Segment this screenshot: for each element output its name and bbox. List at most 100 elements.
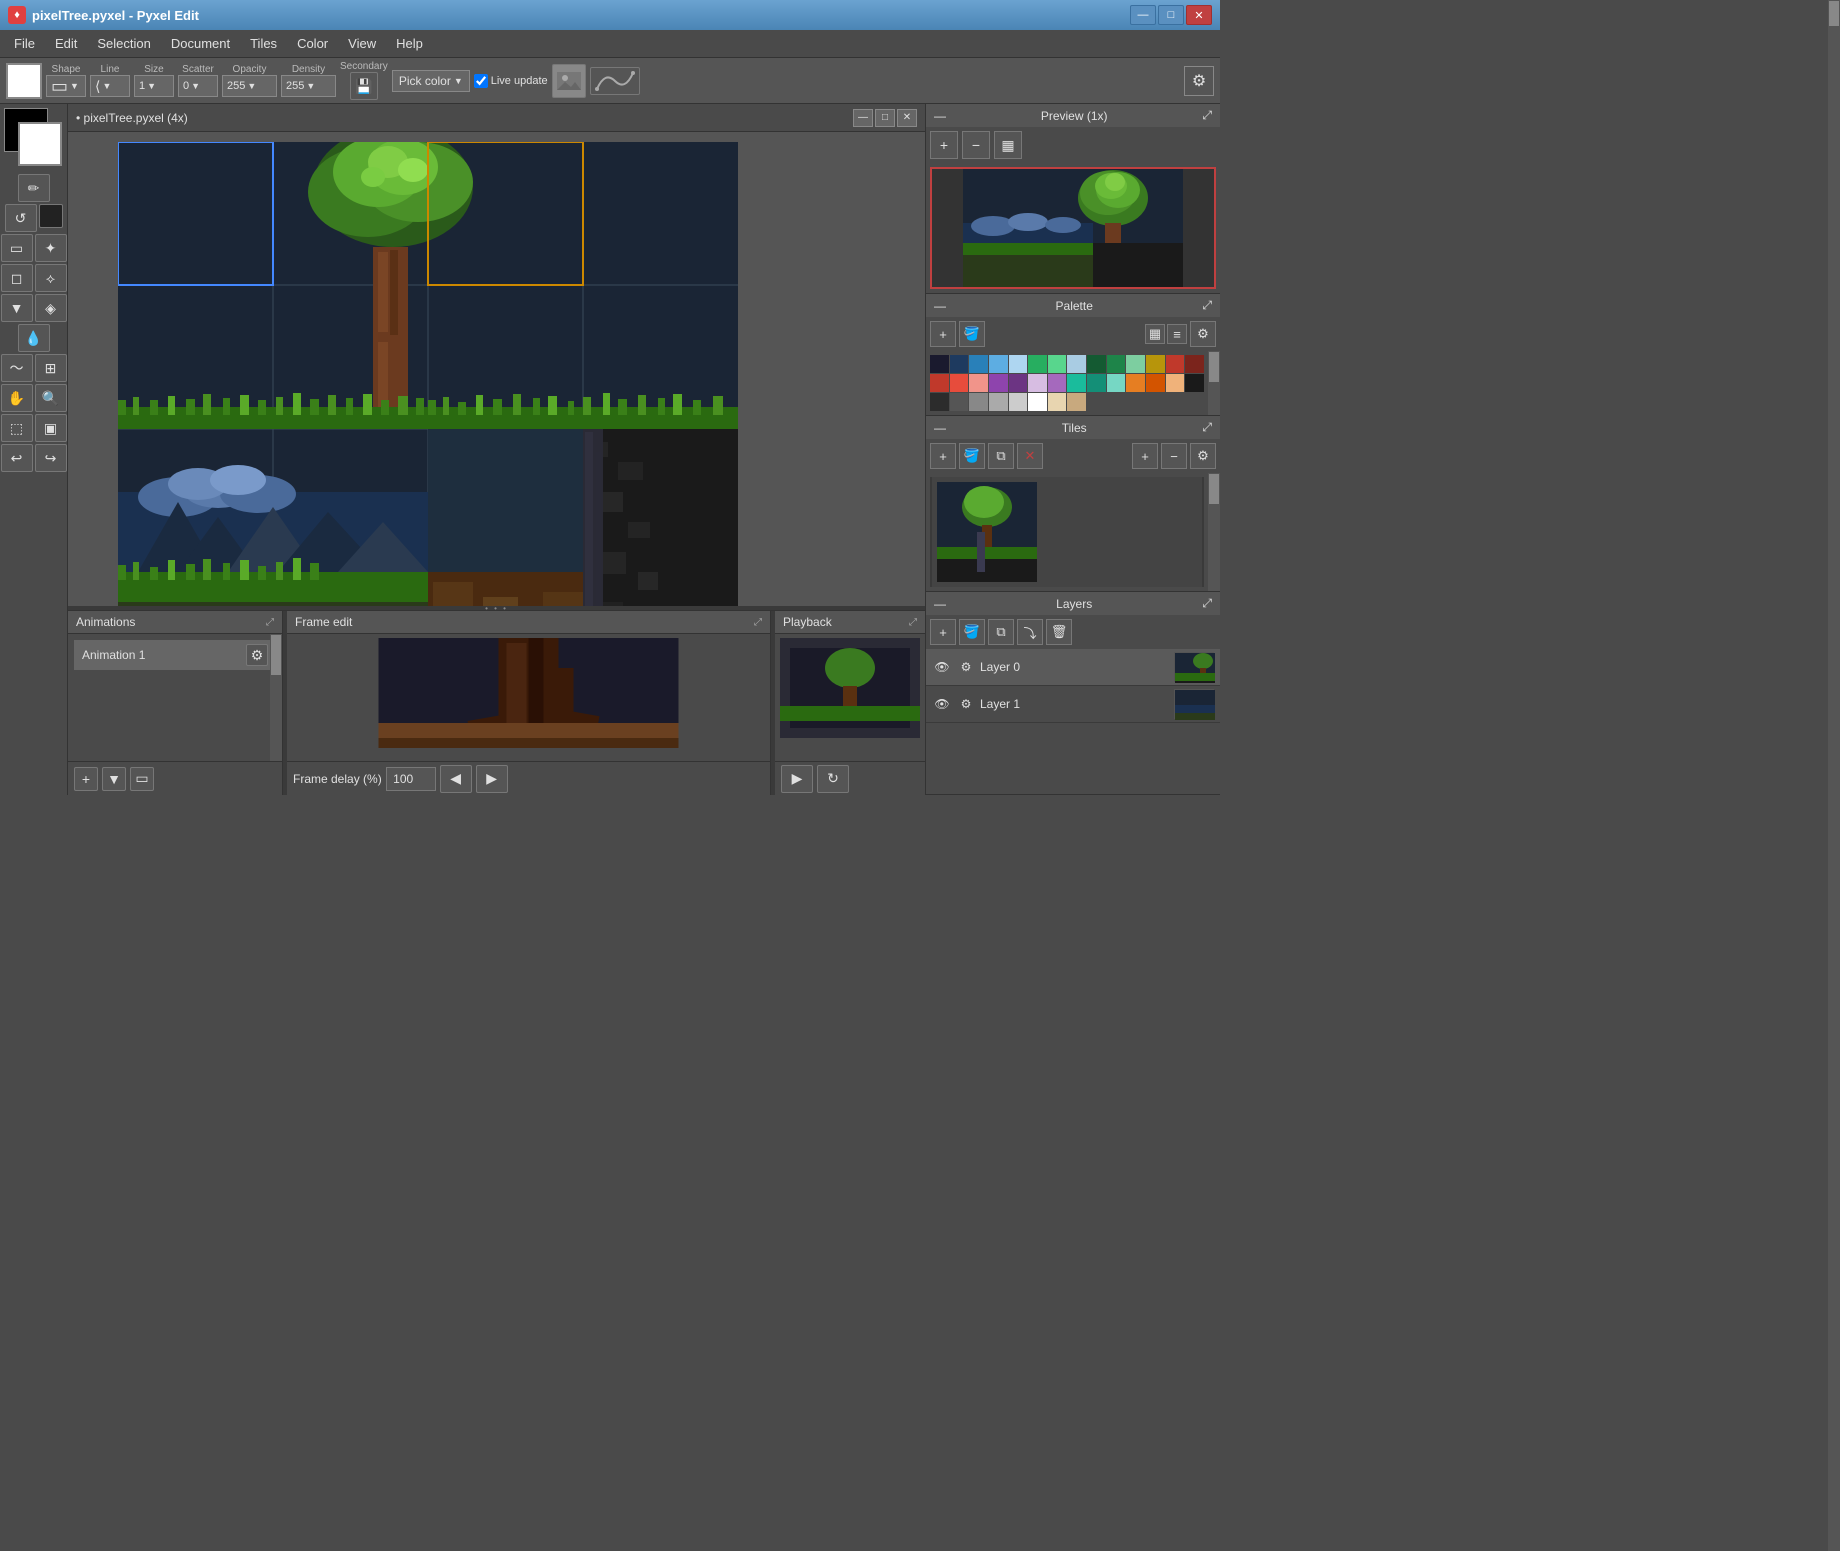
add-layer-btn[interactable]: + — [930, 619, 956, 645]
add-palette-color-btn[interactable]: + — [930, 321, 956, 347]
add-tile-btn[interactable]: + — [930, 443, 956, 469]
palette-color-4[interactable] — [989, 355, 1008, 373]
preview-zoom-in-btn[interactable]: + — [930, 131, 958, 159]
menu-view[interactable]: View — [338, 32, 386, 55]
palette-color-10[interactable] — [1107, 355, 1126, 373]
maximize-button[interactable]: □ — [1158, 5, 1184, 25]
animation-item-1[interactable]: Animation 1 ⚙ — [74, 640, 276, 670]
layer-copy-btn[interactable]: ⧉ — [988, 619, 1014, 645]
menu-help[interactable]: Help — [386, 32, 433, 55]
palette-color-33[interactable] — [1009, 393, 1028, 411]
palette-color-36[interactable] — [1067, 393, 1086, 411]
menu-document[interactable]: Document — [161, 32, 240, 55]
palette-color-35[interactable] — [1048, 393, 1067, 411]
preview-zoom-out-btn[interactable]: − — [962, 131, 990, 159]
hand-tool[interactable]: ✋ — [1, 384, 33, 412]
select-all-tool[interactable]: ⊞ — [35, 354, 67, 382]
canvas-minimize-btn[interactable]: — — [853, 109, 873, 127]
fill-tool[interactable]: ▼ — [1, 294, 33, 322]
palette-color-27[interactable] — [1166, 374, 1185, 392]
redo-curve-tool[interactable]: ↪ — [35, 444, 67, 472]
live-update-toggle[interactable]: Live update — [474, 74, 548, 88]
layers-expand-icon[interactable]: ⤢ — [1202, 596, 1212, 611]
canvas-viewport[interactable] — [68, 132, 925, 606]
palette-color-34[interactable] — [1028, 393, 1047, 411]
secondary-btn[interactable]: 💾 — [350, 72, 378, 100]
tile-zoom-in-btn[interactable]: + — [1132, 443, 1158, 469]
palette-bucket-btn[interactable]: 🪣 — [959, 321, 985, 347]
select-frame-tool[interactable]: ▣ — [35, 414, 67, 442]
palette-scrollbar-thumb[interactable] — [1209, 352, 1219, 382]
density-dropdown[interactable]: 255▼ — [281, 75, 336, 97]
palette-color-32[interactable] — [989, 393, 1008, 411]
toolbar-color-preview[interactable] — [6, 63, 42, 99]
canvas-close-btn[interactable]: ✕ — [897, 109, 917, 127]
palette-color-19[interactable] — [1009, 374, 1028, 392]
tile-zoom-out-btn[interactable]: − — [1161, 443, 1187, 469]
palette-color-30[interactable] — [950, 393, 969, 411]
canvas-controls[interactable]: — □ ✕ — [853, 109, 917, 127]
palette-color-17[interactable] — [969, 374, 988, 392]
line-dropdown[interactable]: ⟨▼ — [90, 75, 130, 97]
palette-color-28[interactable] — [1185, 374, 1204, 392]
loop-btn[interactable]: ↻ — [817, 765, 849, 793]
palette-color-8[interactable] — [1067, 355, 1086, 373]
shape-dropdown[interactable]: ▭▼ — [46, 75, 86, 97]
close-button[interactable]: ✕ — [1186, 5, 1212, 25]
menu-color[interactable]: Color — [287, 32, 338, 55]
palette-color-grid[interactable] — [926, 351, 1208, 415]
menu-selection[interactable]: Selection — [87, 32, 160, 55]
layer-row-0[interactable]: 👁 ⚙ Layer 0 — [926, 649, 1220, 686]
layer-0-visibility-btn[interactable]: 👁 — [932, 657, 952, 677]
tiles-preview[interactable] — [930, 477, 1204, 587]
layer-1-settings-btn[interactable]: ⚙ — [956, 694, 976, 714]
color-swatch-area[interactable] — [4, 108, 64, 168]
layer-bucket-btn[interactable]: 🪣 — [959, 619, 985, 645]
palette-grid-view-btn[interactable]: ▦ — [1145, 324, 1165, 344]
settings-gear-button[interactable]: ⚙ — [1184, 66, 1214, 96]
palette-color-5[interactable] — [1009, 355, 1028, 373]
foreground-color-swatch[interactable] — [18, 122, 62, 166]
layer-1-visibility-btn[interactable]: 👁 — [932, 694, 952, 714]
play-btn[interactable]: ▶ — [781, 765, 813, 793]
palette-color-29[interactable] — [930, 393, 949, 411]
tile-copy-btn[interactable]: ⧉ — [988, 443, 1014, 469]
layer-0-settings-btn[interactable]: ⚙ — [956, 657, 976, 677]
smudge-tool[interactable]: ⟡ — [35, 264, 67, 292]
curve-tool-btn[interactable] — [590, 67, 640, 95]
eyedropper-tool[interactable]: 💧 — [18, 324, 50, 352]
pick-color-button[interactable]: Pick color ▼ — [392, 70, 470, 92]
titlebar-controls[interactable]: — □ ✕ — [1130, 5, 1212, 25]
eraser-tool[interactable]: ◻ — [1, 264, 33, 292]
fill-animation-btn[interactable]: ▼ — [102, 767, 126, 791]
layer-row-1[interactable]: 👁 ⚙ Layer 1 — [926, 686, 1220, 723]
magic-wand-tool[interactable]: ✦ — [35, 234, 67, 262]
add-animation-btn[interactable]: + — [74, 767, 98, 791]
tiles-collapse-icon[interactable]: — — [934, 421, 946, 435]
palette-color-31[interactable] — [969, 393, 988, 411]
tile-bucket-btn[interactable]: 🪣 — [959, 443, 985, 469]
palette-color-16[interactable] — [950, 374, 969, 392]
pencil-tool[interactable]: ✏ — [18, 174, 50, 202]
menu-tiles[interactable]: Tiles — [240, 32, 287, 55]
palette-color-2[interactable] — [950, 355, 969, 373]
palette-color-24[interactable] — [1107, 374, 1126, 392]
palette-color-7[interactable] — [1048, 355, 1067, 373]
select-rect-tool[interactable]: ▭ — [1, 234, 33, 262]
palette-color-12[interactable] — [1146, 355, 1165, 373]
opacity-dropdown[interactable]: 255▼ — [222, 75, 277, 97]
preview-expand-icon[interactable]: ⤢ — [1202, 108, 1212, 123]
preview-checker-btn[interactable]: ▦ — [994, 131, 1022, 159]
palette-scrollbar[interactable] — [1208, 351, 1220, 415]
palette-color-22[interactable] — [1067, 374, 1086, 392]
size-dropdown[interactable]: 1▼ — [134, 75, 174, 97]
rotate-tool[interactable]: ↺ — [5, 204, 37, 232]
palette-color-15[interactable] — [930, 374, 949, 392]
live-update-checkbox[interactable] — [474, 74, 488, 88]
zoom-tool[interactable]: 🔍 — [35, 384, 67, 412]
layer-merge-btn[interactable]: ⤵ — [1017, 619, 1043, 645]
frame-edit-expand-icon[interactable]: ⤢ — [754, 617, 762, 628]
palette-color-9[interactable] — [1087, 355, 1106, 373]
prev-frame-btn[interactable]: ◀ — [440, 765, 472, 793]
palette-color-6[interactable] — [1028, 355, 1047, 373]
